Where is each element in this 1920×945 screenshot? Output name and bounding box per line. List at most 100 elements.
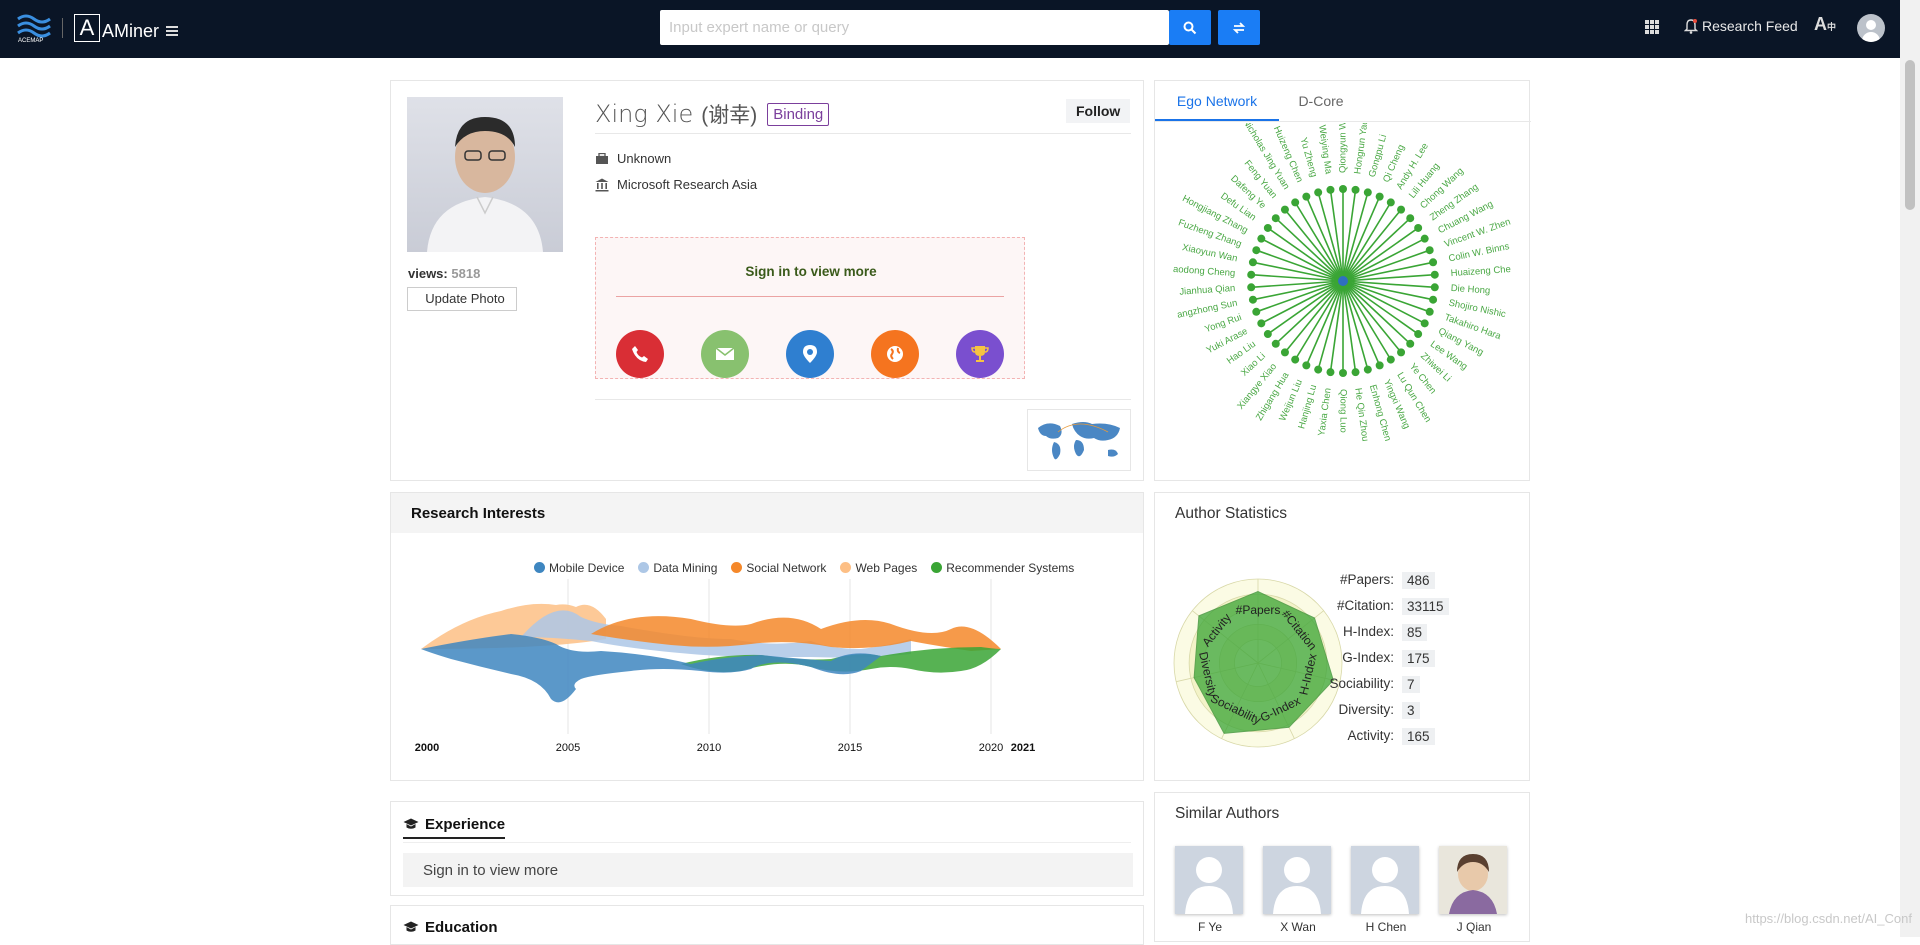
ego-node-label[interactable]: Hongrun Yao [1352, 123, 1370, 175]
ego-node[interactable] [1429, 258, 1438, 267]
similar-author-name[interactable]: H Chen [1351, 920, 1421, 934]
experience-signin-box[interactable]: Sign in to view more [403, 853, 1133, 887]
ego-node[interactable] [1271, 214, 1280, 223]
similar-author-card[interactable]: H Chen [1351, 846, 1421, 934]
ego-node[interactable] [1351, 368, 1360, 377]
profile-photo[interactable] [407, 97, 563, 252]
similar-author-name[interactable]: F Ye [1175, 920, 1245, 934]
binding-badge[interactable]: Binding [767, 102, 830, 126]
ego-node[interactable] [1430, 270, 1439, 279]
world-map-thumbnail[interactable] [1027, 409, 1131, 471]
legend-item[interactable]: Social Network [731, 561, 826, 575]
ego-node-label[interactable]: Jianhua Qian [1179, 283, 1236, 298]
tab-ego-network[interactable]: Ego Network [1155, 81, 1279, 121]
ego-node[interactable] [1420, 234, 1429, 243]
ego-node[interactable] [1386, 355, 1395, 364]
ego-node-label[interactable]: Qiongyun We [1338, 123, 1349, 173]
ego-node[interactable] [1363, 365, 1372, 374]
similar-author-name[interactable]: J Qian [1439, 920, 1509, 934]
ego-node-label[interactable]: He Qin Zhou [1352, 387, 1370, 442]
ego-node[interactable] [1429, 295, 1438, 304]
similar-author-card[interactable]: X Wan [1263, 846, 1333, 934]
ego-node[interactable] [1302, 361, 1311, 370]
ego-node-label[interactable]: Weiying Ma [1316, 124, 1334, 175]
ego-node[interactable] [1363, 188, 1372, 197]
switch-search-button[interactable] [1218, 10, 1260, 45]
apps-grid-icon[interactable] [1645, 20, 1659, 34]
ego-node[interactable] [1280, 205, 1289, 214]
ego-node[interactable] [1257, 234, 1266, 243]
menu-icon[interactable] [166, 26, 178, 36]
ego-node[interactable] [1314, 365, 1323, 374]
ego-node[interactable] [1414, 223, 1423, 232]
follow-button[interactable]: Follow [1066, 99, 1131, 123]
search-button[interactable] [1169, 10, 1211, 45]
similar-author-avatar[interactable] [1439, 846, 1507, 914]
ego-node[interactable] [1397, 205, 1406, 214]
ego-node[interactable] [1420, 319, 1429, 328]
ego-node[interactable] [1248, 258, 1257, 267]
legend-item[interactable]: Web Pages [840, 561, 917, 575]
similar-author-name[interactable]: X Wan [1263, 920, 1333, 934]
ego-node[interactable] [1247, 270, 1256, 279]
ego-node[interactable] [1326, 368, 1335, 377]
ego-node[interactable] [1351, 185, 1360, 194]
ego-node-label[interactable]: aodong Cheng [1173, 264, 1236, 279]
homepage-contact-button[interactable] [871, 330, 919, 378]
ego-node[interactable] [1271, 339, 1280, 348]
ego-node[interactable] [1375, 192, 1384, 201]
update-photo-button[interactable]: Update Photo [407, 287, 517, 311]
ego-network-graph[interactable]: Qiongyun We Hongrun YaoGongpu LiQi ChengA… [1155, 123, 1531, 479]
phone-contact-button[interactable] [616, 330, 664, 378]
ego-node-label[interactable]: Qiong Luo [1337, 389, 1348, 433]
tab-d-core[interactable]: D-Core [1279, 81, 1363, 121]
search-input[interactable] [660, 10, 1169, 45]
similar-author-avatar[interactable] [1263, 846, 1331, 914]
ego-node[interactable] [1263, 330, 1272, 339]
similar-author-card[interactable]: J Qian [1439, 846, 1509, 934]
ego-node[interactable] [1397, 348, 1406, 357]
ego-node[interactable] [1291, 198, 1300, 207]
ego-node-label[interactable]: Huaizeng Che [1450, 264, 1511, 279]
similar-author-card[interactable]: F Ye [1175, 846, 1245, 934]
user-avatar-icon[interactable] [1857, 14, 1885, 42]
ego-node[interactable] [1339, 369, 1347, 377]
ego-node[interactable] [1406, 214, 1415, 223]
ego-node[interactable] [1302, 192, 1311, 201]
research-interests-streamgraph[interactable]: 2000 2005 2010 2015 2020 2021 [391, 579, 1143, 779]
email-contact-button[interactable] [701, 330, 749, 378]
research-feed-link[interactable]: Research Feed [1684, 18, 1798, 34]
legend-item[interactable]: Data Mining [638, 561, 717, 575]
similar-author-avatar[interactable] [1175, 846, 1243, 914]
ego-node[interactable] [1430, 283, 1439, 292]
ego-node-label[interactable]: Yaxia Chen [1316, 387, 1333, 436]
similar-author-avatar[interactable] [1351, 846, 1419, 914]
ego-node[interactable] [1263, 223, 1272, 232]
ego-node[interactable] [1314, 188, 1323, 197]
ego-node[interactable] [1425, 246, 1434, 255]
ego-node[interactable] [1252, 307, 1261, 316]
legend-item[interactable]: Mobile Device [534, 561, 624, 575]
ego-node[interactable] [1291, 355, 1300, 364]
ego-node[interactable] [1425, 307, 1434, 316]
aminer-logo[interactable]: A AMiner [74, 14, 159, 42]
ego-node[interactable] [1252, 246, 1261, 255]
ego-node[interactable] [1280, 348, 1289, 357]
contact-signin-link[interactable]: Sign in to view more [596, 264, 1026, 279]
ego-node[interactable] [1326, 185, 1335, 194]
ego-node[interactable] [1247, 283, 1256, 292]
honors-contact-button[interactable] [956, 330, 1004, 378]
page-scrollbar[interactable] [1900, 0, 1920, 937]
ego-node[interactable] [1375, 361, 1384, 370]
ego-node[interactable] [1386, 198, 1395, 207]
language-switch-icon[interactable]: A中 [1814, 14, 1836, 35]
legend-item[interactable]: Recommender Systems [931, 561, 1074, 575]
ego-node[interactable] [1248, 295, 1257, 304]
ego-node-label[interactable]: Die Hong [1450, 283, 1490, 297]
ego-node[interactable] [1406, 339, 1415, 348]
address-contact-button[interactable] [786, 330, 834, 378]
aminer-brand-logo[interactable]: ACEMAP [16, 13, 56, 48]
ego-node[interactable] [1339, 185, 1347, 193]
ego-node[interactable] [1257, 319, 1266, 328]
ego-center-node[interactable] [1338, 276, 1348, 286]
